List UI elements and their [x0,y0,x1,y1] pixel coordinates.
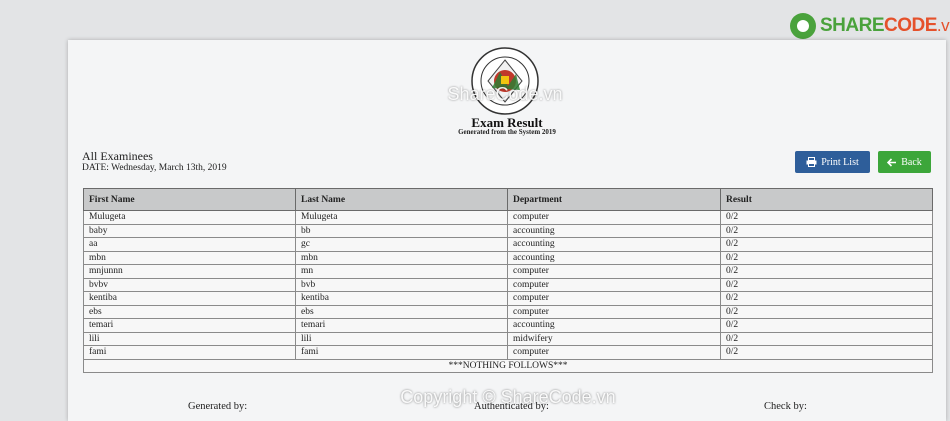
table-row: mbn mbn accounting 0/2 [83,250,933,265]
cell-result: 0/2 [720,264,933,279]
table-row: lili lili midwifery 0/2 [83,331,933,346]
cell-department: midwifery [507,331,721,346]
table-row: ebs ebs computer 0/2 [83,304,933,319]
report-page: ShareCode.vn Exam Result Generated from … [68,40,946,421]
cell-last-name: lili [295,331,508,346]
cell-result: 0/2 [720,345,933,360]
print-list-label: Print List [821,156,859,168]
table-row: bvbv bvb computer 0/2 [83,277,933,292]
cell-department: computer [507,304,721,319]
cell-result: 0/2 [720,331,933,346]
list-date: DATE: Wednesday, March 13th, 2019 [82,163,227,173]
university-seal-icon [471,47,539,115]
cell-result: 0/2 [720,291,933,306]
cell-last-name: Mulugeta [295,210,508,225]
printer-icon [806,157,817,167]
list-title: All Examinees [82,149,153,163]
cell-department: computer [507,277,721,292]
cell-last-name: ebs [295,304,508,319]
cell-first-name: Mulugeta [83,210,296,225]
watermark-sharecode-top: ShareCode.vn [447,84,563,104]
cell-last-name: kentiba [295,291,508,306]
table-header-row: First Name Last Name Department Result [83,188,933,211]
cell-first-name: fami [83,345,296,360]
column-header-result: Result [720,188,933,211]
cell-first-name: kentiba [83,291,296,306]
table-row: aa gc accounting 0/2 [83,237,933,252]
cell-department: computer [507,345,721,360]
cell-first-name: temari [83,318,296,333]
cell-first-name: aa [83,237,296,252]
back-label: Back [901,156,922,168]
cell-result: 0/2 [720,237,933,252]
cell-department: computer [507,264,721,279]
table-row: Mulugeta Mulugeta computer 0/2 [83,210,933,225]
cell-department: accounting [507,223,721,238]
cell-first-name: lili [83,331,296,346]
table-row: mnjunnn mn computer 0/2 [83,264,933,279]
cell-result: 0/2 [720,304,933,319]
exam-results-table: First Name Last Name Department Result M… [83,188,933,373]
cell-last-name: fami [295,345,508,360]
cell-last-name: bvb [295,277,508,292]
cell-first-name: mbn [83,250,296,265]
cell-last-name: temari [295,318,508,333]
cell-result: 0/2 [720,223,933,238]
cell-result: 0/2 [720,318,933,333]
cell-first-name: ebs [83,304,296,319]
table-row: baby bb accounting 0/2 [83,223,933,238]
column-header-department: Department [507,188,721,211]
sharecode-brand: SHARECODE.vn [790,10,950,42]
cell-last-name: mbn [295,250,508,265]
cell-department: accounting [507,250,721,265]
check-by-label: Check by: [764,401,807,412]
cell-result: 0/2 [720,250,933,265]
cell-first-name: baby [83,223,296,238]
cell-first-name: mnjunnn [83,264,296,279]
back-button[interactable]: Back [878,151,931,173]
table-row: temari temari accounting 0/2 [83,318,933,333]
column-header-last-name: Last Name [295,188,508,211]
column-header-first-name: First Name [83,188,296,211]
cell-last-name: gc [295,237,508,252]
watermark-copyright: Copyright © ShareCode.vn [400,387,616,407]
cell-result: 0/2 [720,210,933,225]
brand-name: SHARECODE.vn [820,15,950,36]
generated-by-label: Generated by: [188,401,248,412]
cell-department: computer [507,210,721,225]
table-footer-row: ***NOTHING FOLLOWS*** [83,358,933,373]
nothing-follows-label: ***NOTHING FOLLOWS*** [83,358,933,373]
arrow-left-icon [887,157,897,167]
table-row: fami fami computer 0/2 [83,345,933,360]
cell-department: accounting [507,318,721,333]
cell-department: computer [507,291,721,306]
cell-first-name: bvbv [83,277,296,292]
sharecode-logo-icon [790,13,816,39]
cell-department: accounting [507,237,721,252]
table-row: kentiba kentiba computer 0/2 [83,291,933,306]
cell-last-name: bb [295,223,508,238]
report-subtitle: Generated from the System 2019 [458,128,556,136]
print-list-button[interactable]: Print List [795,151,870,173]
cell-last-name: mn [295,264,508,279]
cell-result: 0/2 [720,277,933,292]
